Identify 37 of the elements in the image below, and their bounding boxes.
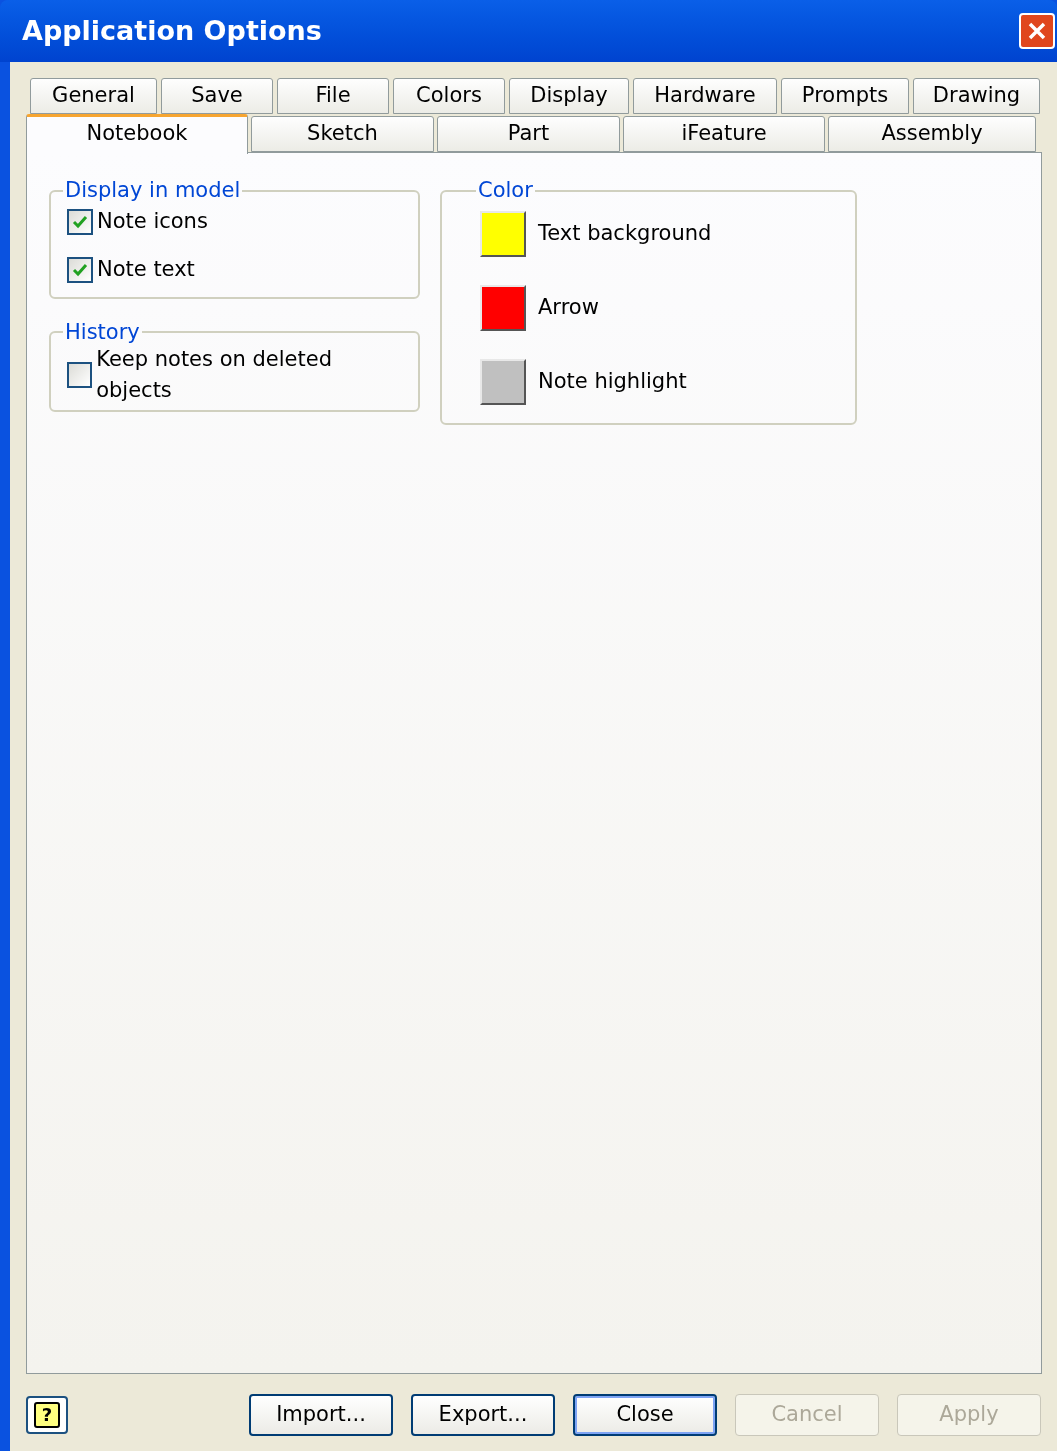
tab[interactable]: Sketch [251, 116, 434, 152]
window-title: Application Options [22, 13, 322, 48]
checkbox-label: Note text [97, 255, 195, 283]
dialog-button[interactable]: Import... [249, 1394, 393, 1436]
tab[interactable]: Assembly [828, 116, 1036, 152]
dialog-button[interactable]: Close [573, 1394, 717, 1436]
color-swatch[interactable] [480, 358, 526, 405]
tab[interactable]: Hardware [633, 78, 777, 114]
checkmark-icon [72, 214, 88, 229]
help-button[interactable]: ? [26, 1396, 68, 1434]
tab[interactable]: Display [509, 78, 629, 114]
dialog-button[interactable]: Export... [411, 1394, 555, 1436]
swatch-label: Text background [538, 219, 712, 247]
group-title: History [64, 318, 141, 346]
checkbox-label: Keep notes on deleted objects [96, 345, 333, 404]
tab[interactable]: Prompts [781, 78, 909, 114]
group-title: Color [477, 177, 534, 204]
tab[interactable]: File [277, 78, 389, 114]
checkbox[interactable] [67, 256, 93, 283]
checkbox-label: Note icons [97, 207, 208, 235]
close-button[interactable] [1019, 13, 1055, 49]
tab[interactable]: Save [161, 78, 273, 114]
color-swatch[interactable] [480, 210, 526, 257]
tab[interactable]: iFeature [623, 116, 825, 152]
group-title: Display in model [64, 177, 242, 204]
tab[interactable]: Drawing [913, 78, 1040, 114]
color-swatch[interactable] [480, 284, 526, 331]
checkbox[interactable] [67, 362, 93, 388]
tab[interactable]: Part [437, 116, 620, 152]
tab[interactable]: General [30, 78, 157, 114]
swatch-label: Note highlight [538, 367, 687, 395]
tab[interactable]: Colors [393, 78, 505, 114]
swatch-label: Arrow [538, 293, 599, 321]
close-icon [1027, 21, 1047, 41]
checkbox[interactable] [67, 208, 93, 235]
checkmark-icon [72, 262, 88, 277]
tab[interactable]: Notebook [26, 114, 248, 154]
